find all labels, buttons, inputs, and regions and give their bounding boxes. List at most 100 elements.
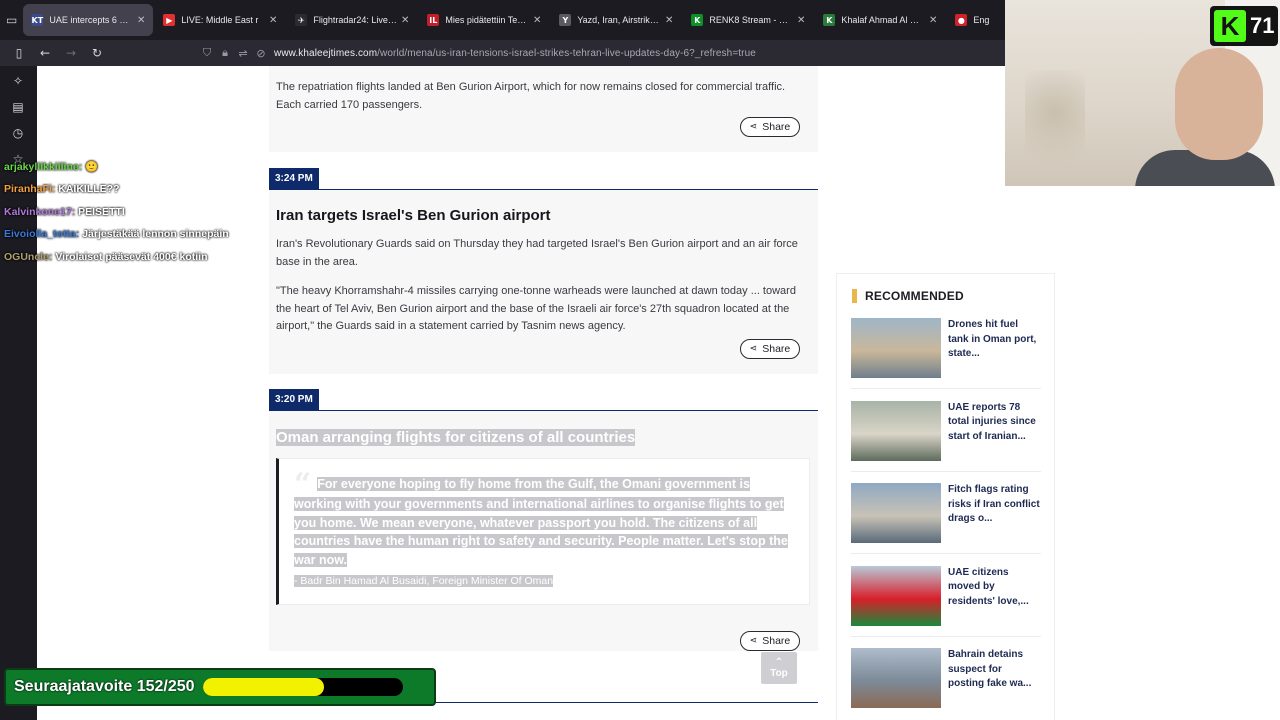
entry-headline: Oman arranging flights for citizens of a…: [276, 429, 636, 446]
back-to-top-button[interactable]: ⌃ Top: [761, 652, 797, 684]
tab-list-icon[interactable]: ▭: [6, 9, 17, 31]
recommended-headline[interactable]: UAE reports 78 total injuries since star…: [948, 401, 1040, 445]
accent-bar: [852, 289, 857, 303]
recommended-divider: [851, 553, 1041, 554]
tracking-blocked-icon[interactable]: ⊘: [252, 47, 270, 60]
shield-icon[interactable]: ⛉: [198, 46, 216, 60]
recommended-thumbnail[interactable]: [851, 565, 941, 626]
tab-favicon-icon: K: [691, 14, 704, 26]
top-label: Top: [770, 667, 788, 679]
chat-message: PiranhaFi: KAIKILLE??: [4, 182, 264, 204]
recommended-thumbnail[interactable]: [851, 483, 941, 543]
page-settings-icon[interactable]: ⇌: [234, 47, 252, 60]
live-entry-card: Iran targets Israel's Ben Gurion airport…: [269, 190, 818, 374]
recommended-item[interactable]: Drones hit fuel tank in Oman port, state…: [851, 318, 1041, 380]
webcam-streamer-head: [1175, 48, 1263, 160]
browser-tab[interactable]: ✈ Flightradar24: Live Fligl ✕: [287, 4, 417, 36]
share-icon: ⋖: [749, 122, 758, 132]
recommended-title: RECOMMENDED: [865, 289, 964, 303]
recommended-thumbnail[interactable]: [851, 648, 941, 708]
tab-title: Mies pidätettiin Teneri: [445, 15, 529, 25]
quote-attribution: - Badr Bin Hamad Al Busaidi, Foreign Min…: [294, 575, 554, 587]
recommended-headline[interactable]: Bahrain detains suspect for posting fake…: [948, 648, 1040, 692]
browser-tab[interactable]: KT UAE intercepts 6 missil ✕: [23, 4, 154, 36]
browser-tab[interactable]: ▶ LIVE: Middle East r ✕: [155, 4, 285, 36]
share-button[interactable]: ⋖ Share: [740, 631, 800, 651]
selected-attribution-text: - Badr Bin Hamad Al Busaidi, Foreign Min…: [294, 575, 554, 587]
chevron-up-icon: ⌃: [774, 656, 784, 668]
recommended-item[interactable]: Fitch flags rating risks if Iran conflic…: [851, 483, 1041, 545]
tab-favicon-icon: Y: [559, 14, 572, 26]
lock-icon[interactable]: 🔒︎: [216, 46, 234, 60]
goal-progress-bar: [202, 678, 403, 696]
share-button[interactable]: ⋖ Share: [740, 117, 800, 137]
tab-favicon-icon: KT: [31, 14, 44, 26]
recommended-thumbnail[interactable]: [851, 318, 941, 378]
follower-count: 71: [1250, 13, 1275, 38]
selected-headline-text: Oman arranging flights for citizens of a…: [276, 429, 636, 446]
tab-title: LIVE: Middle East r: [181, 15, 259, 25]
reader-icon[interactable]: ▤: [9, 98, 27, 116]
recommended-thumbnail[interactable]: [851, 400, 941, 461]
recommended-item[interactable]: UAE reports 78 total injuries since star…: [851, 400, 1041, 463]
share-button[interactable]: ⋖ Share: [740, 339, 800, 359]
close-tab-icon[interactable]: ✕: [137, 15, 145, 26]
selected-quote-text: For everyone hoping to fly home from the…: [294, 477, 788, 568]
browser-tab[interactable]: IL Mies pidätettiin Teneri ✕: [419, 4, 549, 36]
browser-tab[interactable]: K RENK8 Stream - Watch ✕: [683, 4, 813, 36]
chat-text: KAIKILLE??: [58, 183, 120, 196]
recommended-headline[interactable]: UAE citizens moved by residents' love,..…: [948, 566, 1040, 610]
entry-paragraph: "The heavy Khorramshahr-4 missiles carry…: [276, 285, 796, 332]
goal-progress-fill: [202, 678, 325, 696]
browser-tab[interactable]: K Khalaf Ahmad Al Habti ✕: [815, 4, 945, 36]
recommended-headline[interactable]: Drones hit fuel tank in Oman port, state…: [948, 318, 1040, 362]
recommended-divider: [851, 388, 1041, 389]
address-bar[interactable]: ⛉ 🔒︎ ⇌ ⊘ www.khaleejtimes.com/world/mena…: [198, 43, 756, 63]
chat-emote-icon: 🙂: [85, 161, 99, 173]
recommended-divider: [851, 635, 1041, 637]
share-icon: ⋖: [749, 636, 758, 646]
recommended-item[interactable]: UAE citizens moved by residents' love,..…: [851, 565, 1041, 628]
chat-message: OGUncle: Virolaiset pääsevät 400€ kotiin: [4, 250, 264, 272]
chat-username: PiranhaFi:: [4, 183, 56, 196]
tab-title: Flightradar24: Live Fligl: [313, 15, 397, 25]
goal-label: Seuraajatavoite 152/250: [14, 678, 195, 695]
chat-username: arjakyllikkiiline:: [4, 161, 83, 173]
recommended-headline[interactable]: Fitch flags rating risks if Iran conflic…: [948, 483, 1040, 527]
close-tab-icon[interactable]: ✕: [797, 15, 805, 26]
share-label: Share: [762, 121, 791, 133]
close-tab-icon[interactable]: ✕: [665, 15, 673, 26]
ai-sparkle-icon[interactable]: ✧: [9, 72, 27, 90]
follower-goal-widget: Seuraajatavoite 152/250: [4, 668, 436, 706]
chat-username: Eivoiolla_totta:: [4, 228, 80, 241]
forward-button[interactable]: →: [60, 43, 82, 63]
close-tab-icon[interactable]: ✕: [533, 15, 541, 26]
share-icon: ⋖: [749, 344, 758, 354]
browser-tab-bar: ▭ KT UAE intercepts 6 missil ✕ ▶ LIVE: Middl…: [0, 0, 1005, 40]
close-tab-icon[interactable]: ✕: [269, 15, 277, 26]
close-tab-icon[interactable]: ✕: [401, 15, 409, 26]
sidebar-toggle-icon[interactable]: ▯: [8, 43, 30, 63]
chat-text: Järjestäkää lennon sinnepäin: [82, 228, 229, 241]
chat-text: PEISETTI: [78, 205, 125, 218]
live-entry-card: Oman arranging flights for citizens of a…: [269, 411, 818, 651]
entry-paragraph: The repatriation flights landed at Ben G…: [276, 81, 786, 111]
chat-message: arjakyllikkiiline: 🙂: [4, 160, 264, 182]
browser-tab[interactable]: ● Eng: [947, 4, 1005, 36]
tab-title: RENK8 Stream - Watch: [709, 15, 793, 25]
live-entry-card: The repatriation flights landed at Ben G…: [269, 66, 818, 152]
webcam-background-plant: [1025, 70, 1085, 180]
tab-title: Yazd, Iran, Airstrikes ta: [577, 15, 661, 25]
close-tab-icon[interactable]: ✕: [929, 15, 937, 26]
recommended-header: RECOMMENDED: [852, 289, 964, 303]
browser-tab[interactable]: Y Yazd, Iran, Airstrikes ta ✕: [551, 4, 681, 36]
chat-username: Kalvinkone17:: [4, 205, 76, 218]
recommended-item[interactable]: Bahrain detains suspect for posting fake…: [851, 648, 1041, 710]
back-button[interactable]: ←: [34, 43, 56, 63]
reload-button[interactable]: ↻: [86, 43, 108, 63]
url-text[interactable]: www.khaleejtimes.com/world/mena/us-iran-…: [274, 48, 756, 59]
recommended-divider: [851, 470, 1041, 472]
tab-favicon-icon: IL: [427, 14, 440, 26]
history-icon[interactable]: ◷: [9, 124, 27, 142]
share-label: Share: [762, 343, 791, 355]
